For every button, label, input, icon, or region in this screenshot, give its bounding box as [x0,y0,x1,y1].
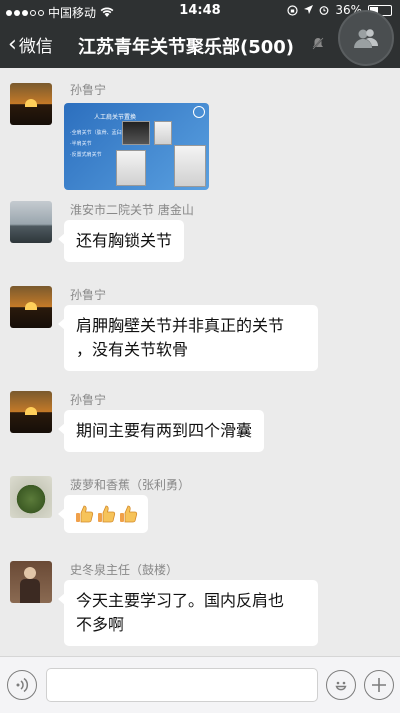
message-bubble[interactable]: 期间主要有两到四个滑囊 [57,410,265,452]
sender-name: 孙鲁宁 [70,393,107,407]
alarm-icon [319,6,329,15]
thumbs-up-icon [76,505,94,523]
sender-name: 菠萝和香蕉（张利勇） [70,478,191,492]
sender-name: 史冬泉主任（鼓楼） [70,563,179,577]
voice-input-button[interactable] [7,670,37,700]
implant-image [174,145,206,187]
status-bar: 中国移动 14:48 36% [0,0,400,22]
plus-icon [372,678,386,692]
message-line: 今天主要学习了。国内反肩也 [76,591,285,610]
thumbs-up-icon [98,505,116,523]
more-button[interactable] [364,670,394,700]
implant-image [154,121,172,145]
message-line: 肩胛胸壁关节并非真正的关节 [76,316,285,335]
emoji-button[interactable] [326,670,356,700]
xray-image [122,121,150,145]
logo-icon [193,106,205,118]
thumbs-up-icon [120,505,138,523]
chevron-left-icon: ‹ [8,31,17,57]
message-line: ，没有关节软骨 [76,340,189,359]
chat-title: 江苏青年关节聚乐部(500) [78,37,295,58]
slide-bullet: ·半肩关节 [70,141,92,147]
group-members-icon [354,29,379,48]
chat-area[interactable]: 孙鲁宁 人工肩关节置换 ·全肩关节（肱骨、盂臼） ·半肩关节 ·反置式肩关节 淮… [0,68,400,656]
message-bubble[interactable]: 肩胛胸壁关节并非真正的关节 ，没有关节软骨 [58,305,318,371]
avatar[interactable] [10,83,52,125]
rotation-lock-icon [287,4,298,16]
message-bubble[interactable] [58,495,148,533]
message-bubble[interactable]: 今天主要学习了。国内反肩也 不多啊 [58,580,318,646]
avatar[interactable] [10,391,52,433]
image-message[interactable]: 人工肩关节置换 ·全肩关节（肱骨、盂臼） ·半肩关节 ·反置式肩关节 [64,103,209,190]
message-line: 不多啊 [76,615,125,634]
sender-name: 孙鲁宁 [70,288,107,302]
group-info-button[interactable] [338,10,394,66]
slide-bullet: ·反置式肩关节 [70,152,102,158]
message-bubble[interactable]: 还有胸锁关节 [57,220,185,262]
mute-icon [312,37,324,50]
input-bar [0,656,400,713]
slide-bullet: ·全肩关节（肱骨、盂臼） [70,130,127,136]
avatar[interactable] [10,201,52,243]
sender-name: 孙鲁宁 [70,83,107,97]
location-icon [304,5,314,14]
avatar[interactable] [10,561,52,603]
message-input[interactable] [46,668,318,702]
smiley-icon [335,681,347,691]
slide-title: 人工肩关节置换 [94,114,137,121]
avatar[interactable] [10,286,52,328]
voice-icon [16,677,29,693]
nav-bar: ‹ 微信 江苏青年关节聚乐部(500) [0,10,400,68]
back-button[interactable]: ‹ 微信 [8,32,53,57]
back-label: 微信 [18,37,53,57]
sender-name: 淮安市二院关节 唐金山 [70,203,194,217]
avatar[interactable] [10,476,52,518]
implant-image [116,150,146,186]
